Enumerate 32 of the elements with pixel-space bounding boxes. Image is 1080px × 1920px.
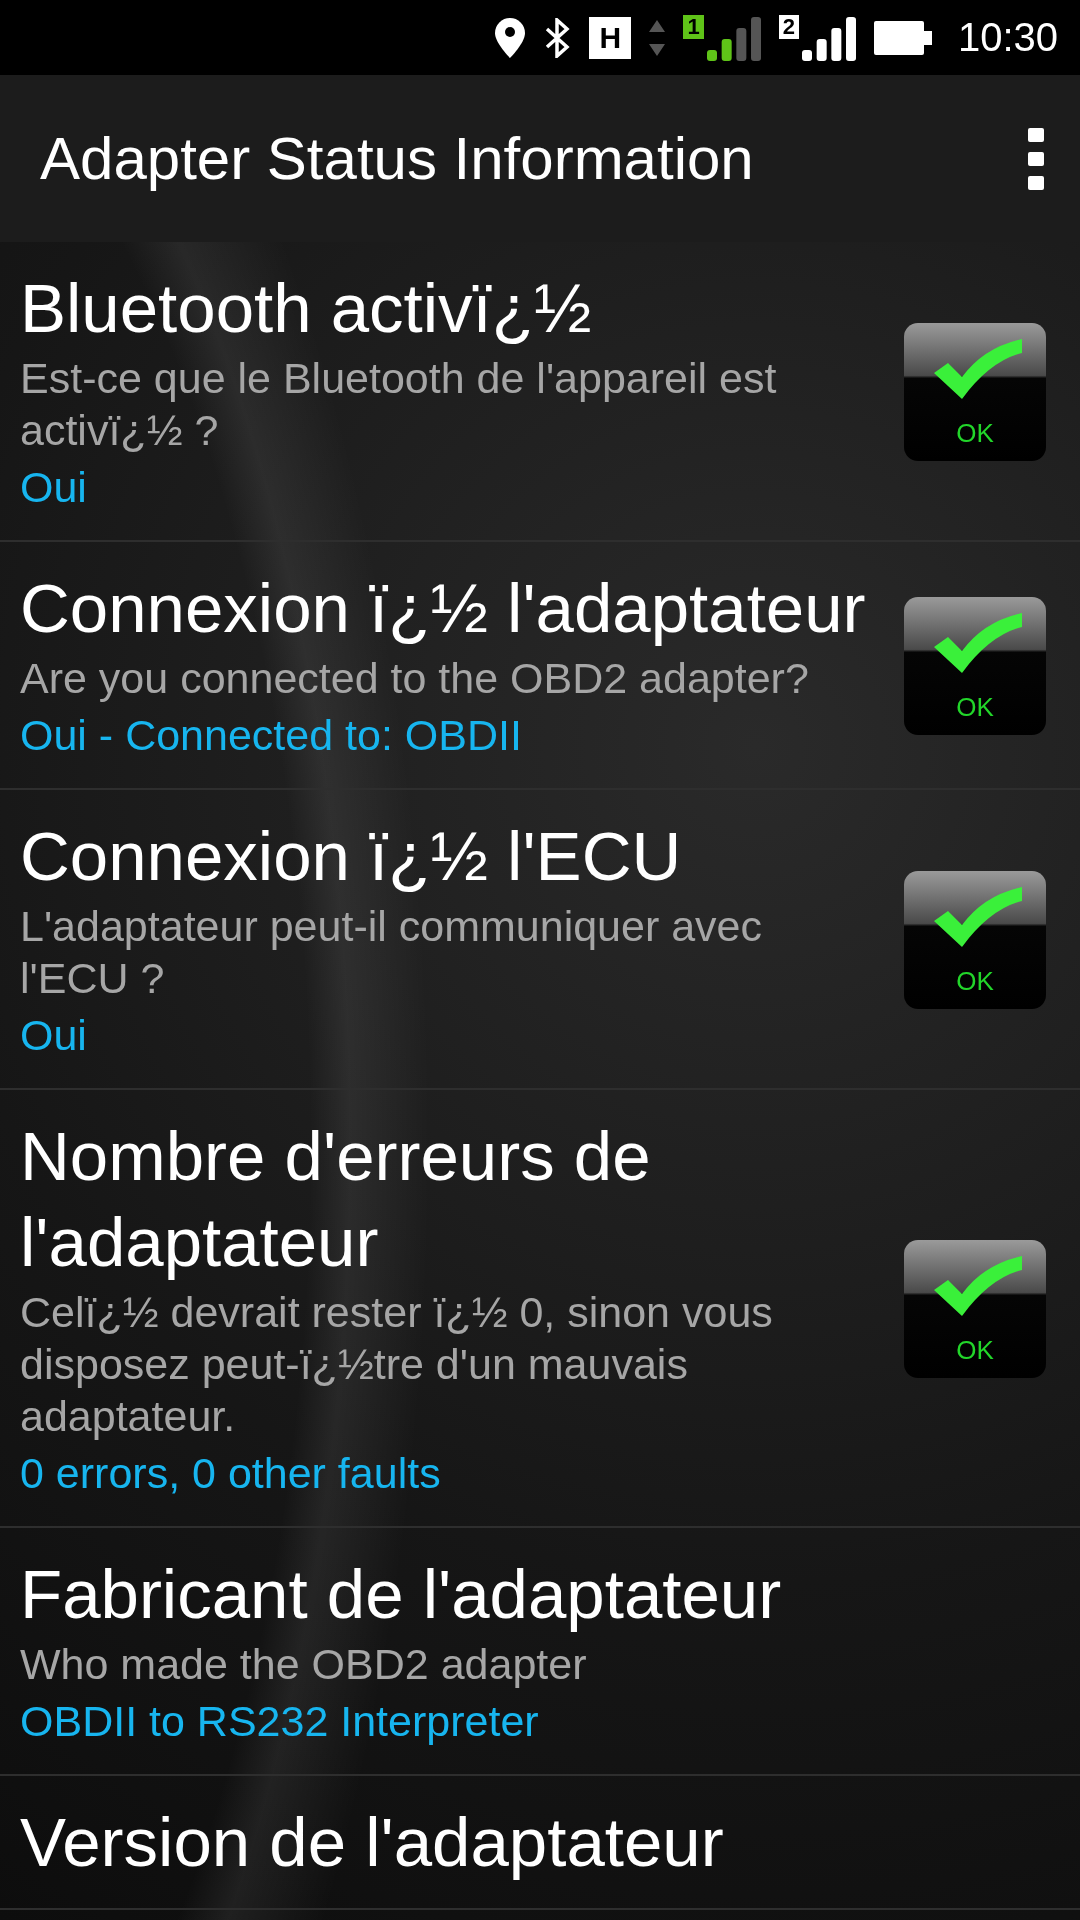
item-title: Version de l'adaptateur <box>20 1803 725 1883</box>
item-value: Oui <box>20 462 88 513</box>
overflow-menu-icon[interactable] <box>1028 127 1044 190</box>
item-title: Nombre d'erreurs de l'adaptateur <box>20 1117 652 1283</box>
item-title: Fabricant de l'adaptateur <box>20 1555 783 1635</box>
clock: 10:30 <box>957 15 1058 60</box>
item-description: Who made the OBD2 adapter <box>20 1639 588 1690</box>
battery-icon <box>873 20 932 55</box>
item-description: Are you connected to the OBD2 adapter? <box>20 653 810 704</box>
item-value: OBDII to RS232 Interpreter <box>20 1696 540 1747</box>
ok-status-icon: OK <box>904 1240 1046 1378</box>
network-type-icon: H <box>589 16 632 59</box>
sim-label: 1 <box>683 14 704 39</box>
item-title: Connexion ï¿½ l'adaptateur <box>20 569 867 649</box>
item-title: Connexion ï¿½ l'ECU <box>20 817 683 897</box>
bluetooth-icon <box>543 17 572 58</box>
ok-status-icon: OK <box>904 597 1046 735</box>
item-value: Oui <box>20 1010 88 1061</box>
ok-status-icon: OK <box>904 323 1046 461</box>
item-description: L'adaptateur peut-il communiquer avec l'ECU ? <box>20 901 764 1004</box>
screen-title: Adapter Status Information <box>40 124 754 193</box>
item-description: Celï¿½ devrait rester ï¿½ 0, sinon vous disposez peut-ï¿½tre d'un mauvais adaptateur. <box>20 1287 774 1442</box>
item-title: Bluetooth activï¿½ <box>20 269 593 349</box>
data-arrows-icon <box>649 19 666 56</box>
sim-label: 2 <box>778 14 799 39</box>
item-description: Est-ce que le Bluetooth de l'appareil est activï¿½ ? <box>20 353 778 456</box>
ok-status-icon: OK <box>904 871 1046 1009</box>
item-value: Oui - Connected to: OBDII <box>20 710 523 761</box>
location-icon <box>495 17 526 58</box>
signal-icon <box>801 14 856 61</box>
item-value: 0 errors, 0 other faults <box>20 1448 442 1499</box>
signal-icon <box>706 14 761 61</box>
